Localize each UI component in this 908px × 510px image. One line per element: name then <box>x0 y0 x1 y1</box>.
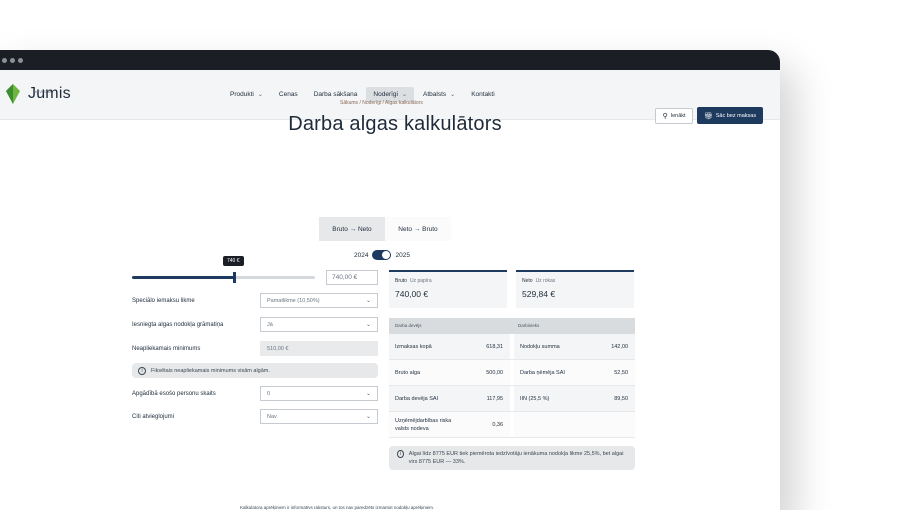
tax-rate-footnote: i Algai līdz 8775 EUR tiek piemērota ied… <box>389 446 635 470</box>
year-right-label: 2025 <box>395 251 410 259</box>
year-toggle[interactable] <box>372 250 392 260</box>
dependents-row: Apgādībā esošo personu skaits 0 ⌄ <box>132 386 378 401</box>
tax-book-select[interactable]: Jā ⌄ <box>260 317 378 332</box>
chevron-down-icon: ⌄ <box>402 92 408 98</box>
browser-titlebar <box>0 50 780 70</box>
tab-bruto-neto[interactable]: Bruto → Neto <box>319 217 385 241</box>
chevron-down-icon: ⌄ <box>365 322 371 328</box>
salary-slider[interactable] <box>132 272 315 283</box>
neto-result-card: Neto Uz rokas 529,84 € <box>516 270 634 308</box>
year-left-label: 2024 <box>354 251 369 259</box>
slider-handle[interactable] <box>233 272 237 283</box>
dependents-label: Apgādībā esošo personu skaits <box>132 390 216 397</box>
special-rate-row: Speciālo iemaksu likme Pamatlikme (10,50… <box>132 293 378 308</box>
neto-label: Neto <box>522 278 533 284</box>
other-relief-label: Citi atvieglojumi <box>132 413 175 420</box>
minimum-label: Neapliekamais minimums <box>132 345 201 352</box>
special-rate-label: Speciālo iemaksu likme <box>132 297 195 304</box>
bruto-label: Bruto <box>395 278 407 284</box>
breakdown-table: Darba devējs Darbinieks Izmaksas kopā 618… <box>389 318 635 438</box>
chevron-down-icon: ⌄ <box>450 92 456 98</box>
other-relief-row: Citi atvieglojumi Nav ⌄ <box>132 409 378 424</box>
disclaimer-text: Kalkulatora aprēķiniem ir informatīvs ra… <box>240 505 435 510</box>
bruto-value: 740,00 € <box>395 289 429 299</box>
window-dot-icon[interactable] <box>18 58 23 63</box>
gift-icon: 🎁︎ <box>703 112 713 120</box>
window-dot-icon[interactable] <box>2 58 7 63</box>
window-dot-icon[interactable] <box>10 58 15 63</box>
table-row: Darba devēja SAI 117,95 IIN (25,5 %) 89,50 <box>389 386 635 412</box>
dependents-select[interactable]: 0 ⌄ <box>260 386 378 401</box>
slider-fill <box>132 276 235 279</box>
start-free-button[interactable]: 🎁︎ Sāc bez maksas <box>697 107 763 124</box>
chevron-down-icon: ⌄ <box>365 298 371 304</box>
year-toggle-row: 2024 2025 <box>354 250 410 260</box>
neto-sublabel: Uz rokas <box>535 278 556 284</box>
neto-value: 529,84 € <box>522 289 556 299</box>
table-header: Darba devējs Darbinieks <box>389 318 635 334</box>
jumis-logo[interactable]: Jumis <box>4 83 71 105</box>
bruto-sublabel: Uz papīra <box>409 278 432 284</box>
bruto-result-card: Bruto Uz papīra 740,00 € <box>389 270 507 308</box>
nav-item-cenas[interactable]: Cenas <box>272 87 305 102</box>
minimum-field: 510,00 € <box>260 341 378 356</box>
tab-neto-bruto[interactable]: Neto → Bruto <box>385 217 451 241</box>
brand-sub: by VISMA <box>34 89 52 94</box>
employee-header: Darbinieks <box>518 323 540 328</box>
tax-book-row: Iesniegta algas nodokļa grāmatiņa Jā ⌄ <box>132 317 378 332</box>
leaf-logo-icon <box>4 83 22 105</box>
login-button[interactable]: ⚲ Ienākt <box>655 108 693 124</box>
tax-book-label: Iesniegta algas nodokļa grāmatiņa <box>132 321 224 328</box>
nav-item-produkti[interactable]: Produkti ⌄ <box>223 87 270 102</box>
table-row: Uzņēmējdarbības riska valsts nodeva 0,36 <box>389 412 635 438</box>
other-relief-select[interactable]: Nav ⌄ <box>260 409 378 424</box>
table-row: Izmaksas kopā 618,31 Nodokļu summa 142,00 <box>389 334 635 360</box>
minimum-row: Neapliekamais minimums 510,00 € <box>132 341 378 356</box>
brand-name: Jumis <box>28 85 71 102</box>
info-icon: i <box>397 450 404 458</box>
page-title: Darba algas kalkulātors <box>288 113 502 135</box>
user-icon: ⚲ <box>662 113 668 120</box>
special-rate-select[interactable]: Pamatlikme (10,50%) ⌄ <box>260 293 378 308</box>
chevron-down-icon: ⌄ <box>257 92 263 98</box>
table-row: Bruto alga 500,00 Darba ņēmēja SAI 52,50 <box>389 360 635 386</box>
minimum-notice: i Fiksētais neapliekamais minimums visām… <box>132 363 378 378</box>
breadcrumb[interactable]: Sākums / Noderīgi / Algas kalkulātors <box>340 100 423 106</box>
calculation-mode-tabs: Bruto → Neto Neto → Bruto <box>319 217 451 241</box>
chevron-down-icon: ⌄ <box>365 391 371 397</box>
slider-tooltip: 740 € <box>223 256 244 266</box>
salary-amount-input[interactable]: 740,00 € <box>326 270 378 285</box>
info-icon: i <box>138 366 146 375</box>
chevron-down-icon: ⌄ <box>365 414 371 420</box>
nav-item-kontakti[interactable]: Kontakti <box>464 87 502 102</box>
employer-header: Darba devējs <box>395 323 422 328</box>
